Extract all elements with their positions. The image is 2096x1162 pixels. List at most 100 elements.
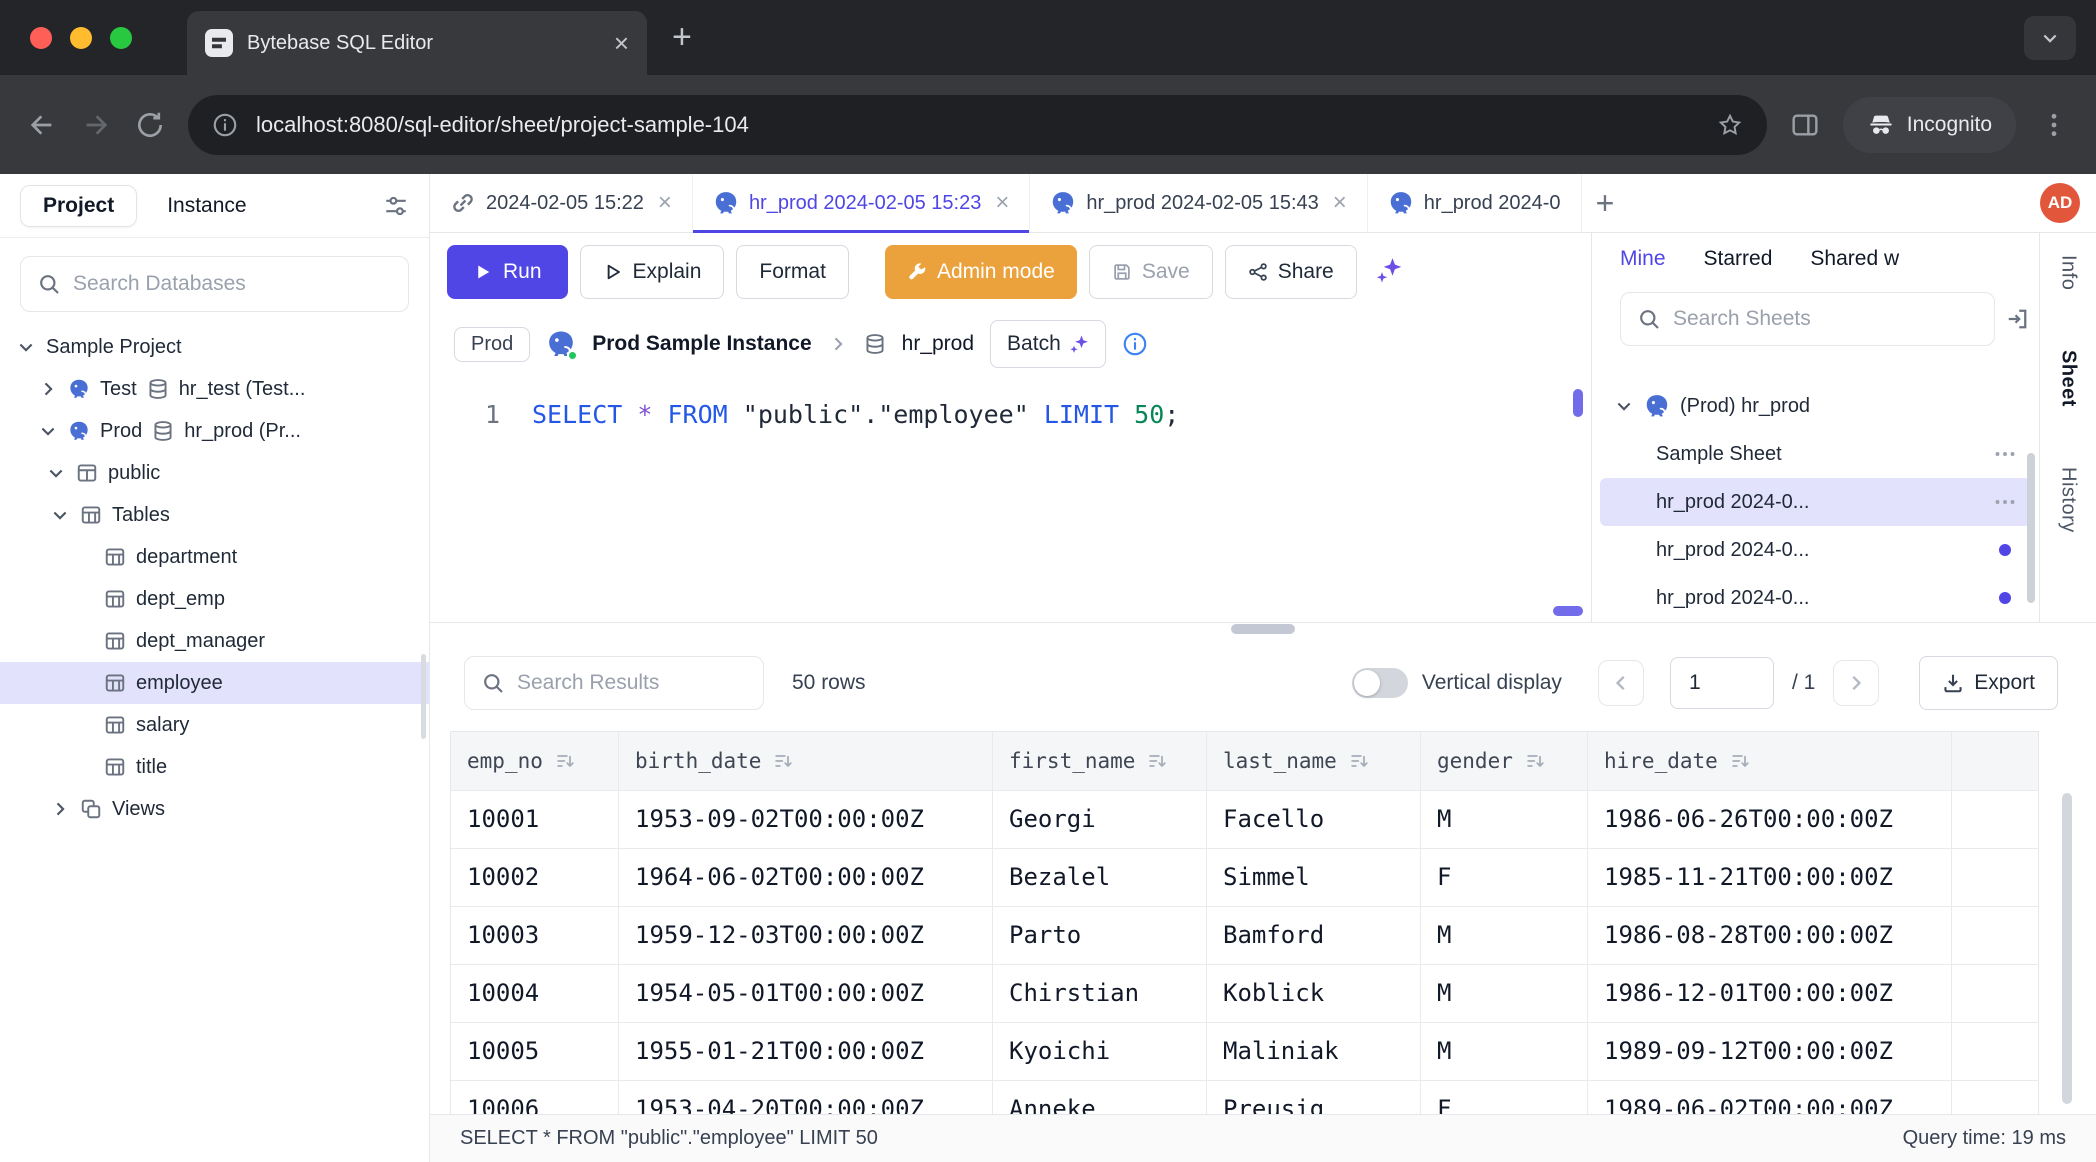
table-cell[interactable]: 1986-08-28T00:00:00Z — [1588, 907, 1952, 964]
tree-item-tables[interactable]: Tables — [0, 494, 429, 536]
table-cell[interactable]: 10004 — [451, 965, 619, 1022]
table-row[interactable]: 100041954-05-01T00:00:00ZChirstianKoblic… — [451, 964, 2038, 1022]
database-search-input[interactable] — [73, 272, 392, 296]
table-cell[interactable]: 1964-06-02T00:00:00Z — [619, 849, 993, 906]
table-cell[interactable]: M — [1421, 791, 1588, 848]
collapse-panel-icon[interactable] — [2005, 307, 2029, 331]
tree-item-prod[interactable]: Prodhr_prod (Pr... — [0, 410, 429, 452]
table-cell[interactable]: 1953-04-20T00:00:00Z — [619, 1081, 993, 1114]
code-line[interactable]: SELECT * FROM "public"."employee" LIMIT … — [532, 393, 1591, 437]
side-panel-icon[interactable] — [1789, 109, 1821, 141]
panel-splitter[interactable] — [430, 622, 2096, 635]
back-icon[interactable] — [26, 109, 58, 141]
run-button[interactable]: Run — [447, 245, 568, 299]
tree-item-views[interactable]: Views — [0, 788, 429, 830]
editor-tab-2[interactable]: hr_prod 2024-02-05 15:43× — [1030, 174, 1367, 232]
tab-list-button[interactable] — [2024, 16, 2076, 60]
page-number-input[interactable] — [1670, 657, 1774, 709]
results-scrollbar[interactable] — [2062, 793, 2072, 1104]
reload-icon[interactable] — [134, 109, 166, 141]
table-cell[interactable]: 10002 — [451, 849, 619, 906]
close-tab-icon[interactable]: × — [658, 189, 672, 217]
column-header-emp_no[interactable]: emp_no — [451, 732, 619, 790]
table-cell[interactable]: Kyoichi — [993, 1023, 1207, 1080]
table-cell[interactable]: F — [1421, 1081, 1588, 1114]
database-name[interactable]: hr_prod — [902, 332, 974, 356]
window-close-button[interactable] — [30, 27, 52, 49]
table-cell[interactable]: Chirstian — [993, 965, 1207, 1022]
browser-tab[interactable]: Bytebase SQL Editor × — [187, 11, 647, 75]
table-cell[interactable]: Facello — [1207, 791, 1421, 848]
more-menu-icon[interactable] — [1993, 490, 2017, 514]
tree-item-employee[interactable]: employee — [0, 662, 429, 704]
table-cell[interactable]: Koblick — [1207, 965, 1421, 1022]
bookmark-star-icon[interactable] — [1717, 112, 1743, 138]
panel-tab-sheet[interactable]: Sheet — [2057, 350, 2080, 407]
table-cell[interactable]: 10003 — [451, 907, 619, 964]
ai-assistant-button[interactable] — [1371, 256, 1407, 289]
sheet-item[interactable]: hr_prod 2024-0... — [1600, 478, 2031, 526]
window-zoom-button[interactable] — [110, 27, 132, 49]
column-header-first_name[interactable]: first_name — [993, 732, 1207, 790]
table-cell[interactable]: 1989-06-02T00:00:00Z — [1588, 1081, 1952, 1114]
sheets-search[interactable] — [1620, 292, 1995, 346]
table-cell[interactable]: 1954-05-01T00:00:00Z — [619, 965, 993, 1022]
results-search[interactable] — [464, 656, 764, 710]
window-minimize-button[interactable] — [70, 27, 92, 49]
table-cell[interactable]: 10005 — [451, 1023, 619, 1080]
forward-icon[interactable] — [80, 109, 112, 141]
table-row[interactable]: 100011953-09-02T00:00:00ZGeorgiFacelloM1… — [451, 790, 2038, 848]
editor-vertical-scrollbar[interactable] — [1573, 389, 1583, 417]
table-cell[interactable]: 1985-11-21T00:00:00Z — [1588, 849, 1952, 906]
site-info-icon[interactable] — [212, 112, 238, 138]
close-tab-icon[interactable]: × — [1333, 189, 1347, 217]
add-sheet-button[interactable]: + — [1582, 185, 1629, 222]
table-cell[interactable]: M — [1421, 907, 1588, 964]
more-menu-icon[interactable] — [1993, 442, 2017, 466]
column-header-last_name[interactable]: last_name — [1207, 732, 1421, 790]
sheet-group[interactable]: (Prod) hr_prod — [1600, 382, 2031, 430]
editor-tab-3[interactable]: hr_prod 2024-0 — [1368, 174, 1582, 232]
new-tab-button[interactable]: + — [672, 18, 692, 56]
table-cell[interactable]: Georgi — [993, 791, 1207, 848]
address-bar[interactable]: localhost:8080/sql-editor/sheet/project-… — [188, 95, 1767, 155]
editor-horizontal-scrollbar[interactable] — [1553, 606, 1583, 616]
table-row[interactable]: 100021964-06-02T00:00:00ZBezalelSimmelF1… — [451, 848, 2038, 906]
tree-item-sample-project[interactable]: Sample Project — [0, 326, 429, 368]
tree-item-dept-manager[interactable]: dept_manager — [0, 620, 429, 662]
table-cell[interactable]: 1955-01-21T00:00:00Z — [619, 1023, 993, 1080]
table-cell[interactable]: Bezalel — [993, 849, 1207, 906]
close-tab-icon[interactable]: × — [614, 30, 629, 56]
tab-project[interactable]: Project — [20, 185, 137, 227]
table-cell[interactable]: M — [1421, 1023, 1588, 1080]
close-tab-icon[interactable]: × — [995, 189, 1009, 217]
prev-page-button[interactable] — [1598, 660, 1644, 706]
database-search[interactable] — [20, 256, 409, 312]
next-page-button[interactable] — [1833, 660, 1879, 706]
share-button[interactable]: Share — [1225, 245, 1357, 299]
tab-mine[interactable]: Mine — [1620, 247, 1666, 271]
admin-mode-button[interactable]: Admin mode — [885, 245, 1077, 299]
table-cell[interactable]: 10006 — [451, 1081, 619, 1114]
filter-icon[interactable] — [383, 193, 409, 219]
instance-name[interactable]: Prod Sample Instance — [592, 332, 811, 356]
table-cell[interactable]: 1959-12-03T00:00:00Z — [619, 907, 993, 964]
tab-shared[interactable]: Shared w — [1810, 247, 1899, 271]
table-cell[interactable]: Simmel — [1207, 849, 1421, 906]
table-cell[interactable]: 1989-09-12T00:00:00Z — [1588, 1023, 1952, 1080]
table-cell[interactable]: Bamford — [1207, 907, 1421, 964]
menu-kebab-icon[interactable] — [2038, 109, 2070, 141]
table-row[interactable]: 100031959-12-03T00:00:00ZPartoBamfordM19… — [451, 906, 2038, 964]
tree-item-dept-emp[interactable]: dept_emp — [0, 578, 429, 620]
sheets-search-input[interactable] — [1673, 307, 1978, 331]
sheet-item[interactable]: hr_prod 2024-0... — [1600, 574, 2031, 622]
tree-item-test[interactable]: Testhr_test (Test... — [0, 368, 429, 410]
editor-tab-1[interactable]: hr_prod 2024-02-05 15:23× — [693, 174, 1030, 232]
editor-tab-0[interactable]: 2024-02-05 15:22× — [430, 174, 693, 232]
panel-tab-history[interactable]: History — [2057, 467, 2080, 533]
sheets-scrollbar[interactable] — [2027, 453, 2035, 603]
panel-tab-info[interactable]: Info — [2057, 255, 2080, 290]
tree-item-public[interactable]: public — [0, 452, 429, 494]
export-button[interactable]: Export — [1919, 656, 2058, 710]
sheet-item[interactable]: hr_prod 2024-0... — [1600, 526, 2031, 574]
